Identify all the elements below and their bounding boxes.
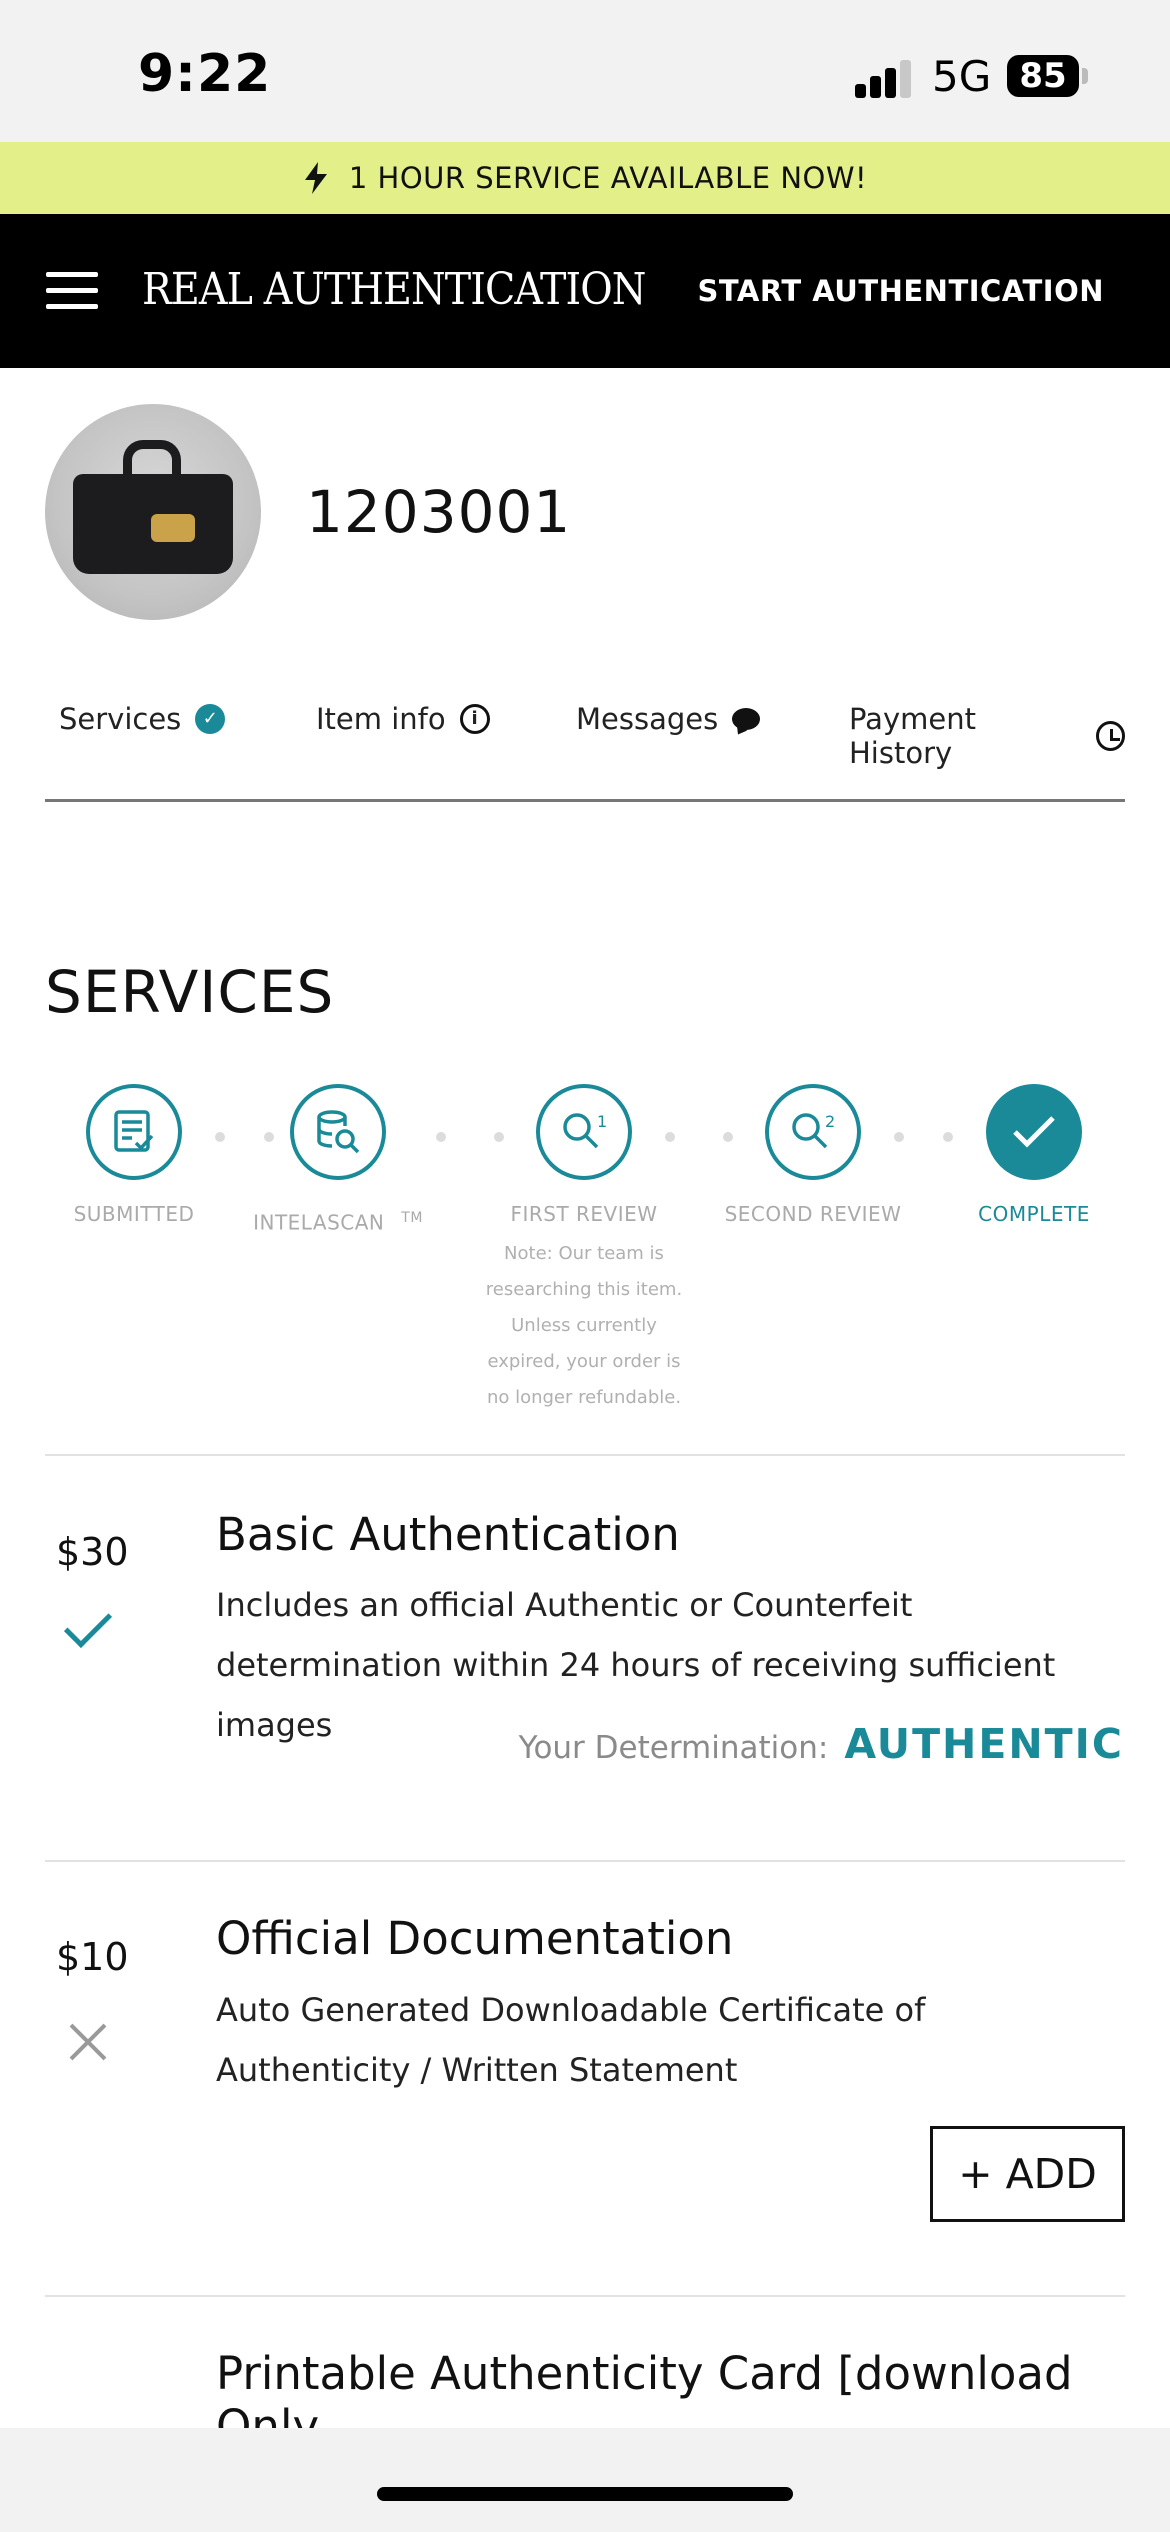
status-time: 9:22 [138, 44, 272, 104]
tab-messages[interactable]: Messages [576, 702, 761, 736]
tab-services-label: Services [59, 702, 182, 736]
item-id: 1203001 [306, 478, 572, 546]
home-indicator[interactable] [377, 2487, 793, 2501]
determination: Your Determination: AUTHENTIC [519, 1720, 1124, 1768]
info-icon: i [459, 704, 490, 734]
step-submitted: SUBMITTED [34, 1084, 234, 1226]
search-2-icon: 2 [765, 1084, 861, 1180]
signal-icon [855, 58, 915, 98]
bolt-icon [304, 162, 327, 194]
step-label: INTELASCAN TM [238, 1210, 438, 1235]
tab-services[interactable]: Services ✓ [59, 702, 226, 736]
step-intelascan: INTELASCAN TM [238, 1084, 438, 1235]
purchased-check-icon [63, 1599, 113, 1649]
step-first-review: 1 FIRST REVIEW Note: Our team is researc… [484, 1084, 684, 1416]
services-heading: SERVICES [45, 958, 335, 1026]
divider [45, 1454, 1125, 1456]
promo-banner[interactable]: 1 HOUR SERVICE AVAILABLE NOW! [0, 142, 1170, 214]
battery-tip [1082, 68, 1088, 84]
checkmark-icon [986, 1084, 1082, 1180]
determination-label: Your Determination: [518, 1730, 829, 1766]
tab-payment-history[interactable]: Payment History [849, 702, 1125, 770]
step-label: FIRST REVIEW [510, 1202, 658, 1226]
home-area [0, 2428, 1170, 2532]
bag-image [73, 474, 233, 574]
service-title: Basic Authentication [216, 1508, 680, 1561]
tab-item-info[interactable]: Item info i [316, 702, 490, 736]
step-label: SECOND REVIEW [724, 1202, 902, 1226]
hamburger-menu-icon[interactable] [46, 272, 98, 310]
database-search-icon [290, 1084, 386, 1180]
step-label: SUBMITTED [73, 1202, 195, 1226]
price-documentation: $10 [56, 1935, 129, 1979]
not-purchased-x-icon [68, 2022, 108, 2062]
promo-text: 1 HOUR SERVICE AVAILABLE NOW! [348, 161, 868, 195]
step-second-review: 2 SECOND REVIEW [713, 1084, 913, 1226]
app-header: REAL AUTHENTICATION START AUTHENTICATION [0, 214, 1170, 368]
step-label-text: INTELASCAN [253, 1210, 385, 1235]
svg-text:2: 2 [825, 1112, 835, 1131]
search-1-icon: 1 [536, 1084, 632, 1180]
chat-bubble-icon [732, 708, 761, 730]
step-complete: COMPLETE [934, 1084, 1134, 1226]
divider [45, 2295, 1125, 2297]
item-photo [45, 404, 261, 620]
tab-item-info-label: Item info [316, 702, 446, 736]
tab-bar: Services ✓ Item info i Messages Payment … [45, 690, 1125, 802]
add-documentation-button[interactable]: + ADD [930, 2126, 1125, 2222]
svg-text:1: 1 [597, 1112, 607, 1131]
service-description: Auto Generated Downloadable Certificate … [216, 1991, 926, 2089]
tab-messages-label: Messages [576, 702, 719, 736]
tab-payment-history-label: Payment History [849, 702, 976, 770]
bag-clasp [151, 514, 195, 542]
determination-value: AUTHENTIC [844, 1720, 1124, 1768]
trademark: TM [401, 1210, 423, 1226]
document-check-icon [86, 1084, 182, 1180]
refund-note: Note: Our team is researching this item.… [485, 1243, 683, 1408]
price-basic: $30 [56, 1530, 129, 1574]
battery-icon: 85 [1007, 55, 1079, 97]
battery-level: 85 [1019, 56, 1067, 96]
step-label: COMPLETE [978, 1202, 1090, 1226]
history-icon [1095, 721, 1125, 751]
check-circle-icon: ✓ [195, 704, 226, 734]
service-title: Official Documentation [216, 1912, 734, 1965]
start-authentication-link[interactable]: START AUTHENTICATION [697, 274, 1104, 308]
network-type: 5G [932, 52, 992, 101]
brand-logo[interactable]: REAL AUTHENTICATION [142, 264, 646, 315]
divider [45, 1860, 1125, 1862]
status-bar: 9:22 5G 85 [0, 0, 1170, 142]
